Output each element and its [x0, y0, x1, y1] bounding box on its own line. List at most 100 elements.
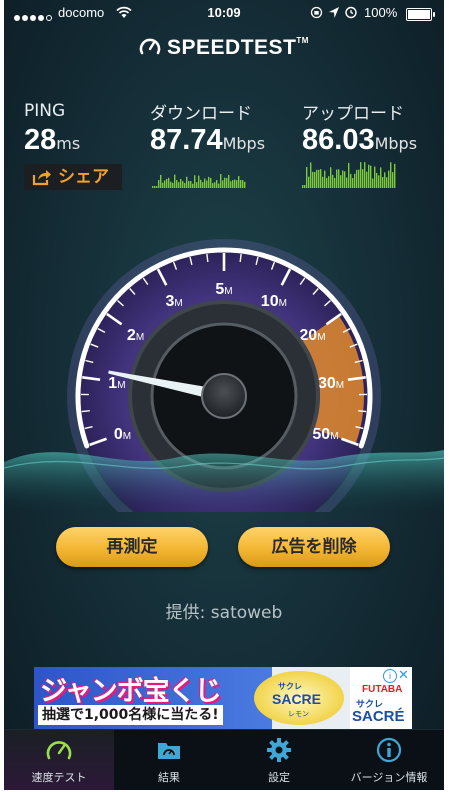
download-graph — [152, 174, 246, 188]
graph-bar — [316, 169, 318, 188]
graph-bar — [208, 176, 210, 188]
graph-bar — [210, 177, 212, 188]
location-arrow-icon — [329, 7, 339, 18]
graph-bar — [342, 170, 344, 188]
graph-bar — [220, 174, 222, 188]
graph-bar — [326, 178, 328, 188]
graph-bar — [244, 181, 246, 188]
graph-bar — [364, 162, 366, 188]
ad-product-name: SACRE — [272, 691, 322, 707]
remove-ads-button[interactable]: 広告を削除 — [238, 527, 390, 567]
graph-bar — [196, 182, 198, 188]
graph-bar — [332, 174, 334, 188]
info-icon — [376, 737, 402, 763]
battery-icon — [406, 8, 435, 21]
provider-credit: 提供: satoweb — [165, 603, 283, 623]
graph-bar — [390, 162, 392, 188]
graph-bar — [330, 167, 332, 188]
download-result: 87.74Mbps — [150, 124, 265, 157]
graph-bar — [180, 179, 182, 188]
graph-bar — [324, 170, 326, 188]
graph-bar — [394, 163, 396, 188]
tab-settings[interactable]: 設定 — [224, 730, 334, 790]
graph-bar — [240, 179, 242, 188]
app-logo: SPEEDTESTTM — [4, 36, 444, 60]
graph-bar — [378, 175, 380, 188]
ad-product-image: サクレ SACRE レモン — [254, 671, 344, 725]
gauge-wave-glow — [4, 450, 444, 512]
tab-bar: 速度テスト 結果 設定 バージョン情報 — [4, 729, 444, 790]
graph-bar — [374, 166, 376, 188]
tab-label: 設定 — [268, 771, 290, 784]
graph-bar — [214, 182, 216, 188]
download-unit: Mbps — [222, 134, 266, 153]
gauge-tick — [239, 253, 242, 263]
graph-bar — [346, 177, 348, 188]
upload-result: 86.03Mbps — [302, 124, 417, 157]
graph-bar — [302, 185, 304, 188]
graph-bar — [224, 177, 226, 188]
retest-button[interactable]: 再測定 — [56, 527, 208, 567]
graph-bar — [350, 173, 352, 188]
graph-bar — [182, 181, 184, 188]
share-icon — [32, 170, 51, 186]
ad-product-flavor: レモン — [288, 710, 309, 718]
download-label: ダウンロード — [150, 104, 252, 124]
share-label: シェア — [58, 167, 109, 187]
graph-bar — [380, 167, 382, 188]
graph-bar — [200, 179, 202, 188]
ping-value: 28 — [24, 124, 57, 156]
graph-bar — [356, 169, 358, 188]
graph-bar — [242, 180, 244, 188]
graph-bar — [218, 183, 220, 188]
graph-bar — [178, 182, 180, 188]
upload-value: 86.03 — [302, 124, 375, 156]
tab-results[interactable]: 結果 — [114, 730, 224, 790]
graph-bar — [382, 176, 384, 188]
graph-bar — [216, 179, 218, 188]
graph-bar — [322, 176, 324, 188]
speedometer-icon — [46, 741, 72, 760]
graph-bar — [328, 176, 330, 188]
tab-label: 速度テスト — [31, 771, 87, 784]
graph-bar — [156, 186, 158, 188]
graph-bar — [334, 178, 336, 188]
graph-bar — [338, 169, 340, 188]
tab-about[interactable]: バージョン情報 — [334, 730, 444, 790]
ad-headline: ジャンボ宝くじ — [40, 676, 222, 707]
graph-bar — [320, 169, 322, 188]
ad-close-icon[interactable]: ✕ — [398, 667, 409, 683]
graph-bar — [360, 162, 362, 188]
graph-bar — [310, 162, 312, 188]
upload-unit: Mbps — [374, 134, 418, 153]
graph-bar — [372, 178, 374, 188]
ad-maker-product: SACRÉ — [352, 708, 405, 725]
graph-bar — [202, 182, 204, 188]
orientation-lock-icon — [310, 6, 323, 19]
graph-bar — [206, 180, 208, 188]
ad-banner[interactable]: ジャンボ宝くじ 抽選で1,000名様に当たる! サクレ SACRE レモン i … — [34, 667, 412, 729]
graph-bar — [386, 177, 388, 188]
app-title: SPEEDTEST — [167, 36, 297, 59]
upload-graph — [302, 162, 396, 188]
graph-bar — [174, 174, 176, 188]
speedtest-logo-icon — [139, 38, 161, 55]
adchoices-icon[interactable]: i — [383, 669, 397, 683]
gauge-hub — [201, 373, 247, 419]
graph-bar — [168, 177, 170, 188]
graph-bar — [362, 169, 364, 188]
graph-bar — [336, 169, 338, 188]
graph-bar — [198, 175, 200, 188]
graph-bar — [354, 173, 356, 188]
gear-icon — [267, 738, 291, 762]
graph-bar — [366, 171, 368, 188]
ping-unit: ms — [56, 134, 81, 153]
graph-bar — [238, 176, 240, 188]
graph-bar — [370, 165, 372, 188]
ping-label: PING — [24, 101, 66, 121]
tab-speed-test[interactable]: 速度テスト — [4, 730, 114, 790]
battery-percent: 100% — [364, 5, 398, 20]
upload-label: アップロード — [302, 104, 404, 124]
download-value: 87.74 — [150, 124, 223, 156]
share-button[interactable]: シェア — [24, 164, 122, 190]
